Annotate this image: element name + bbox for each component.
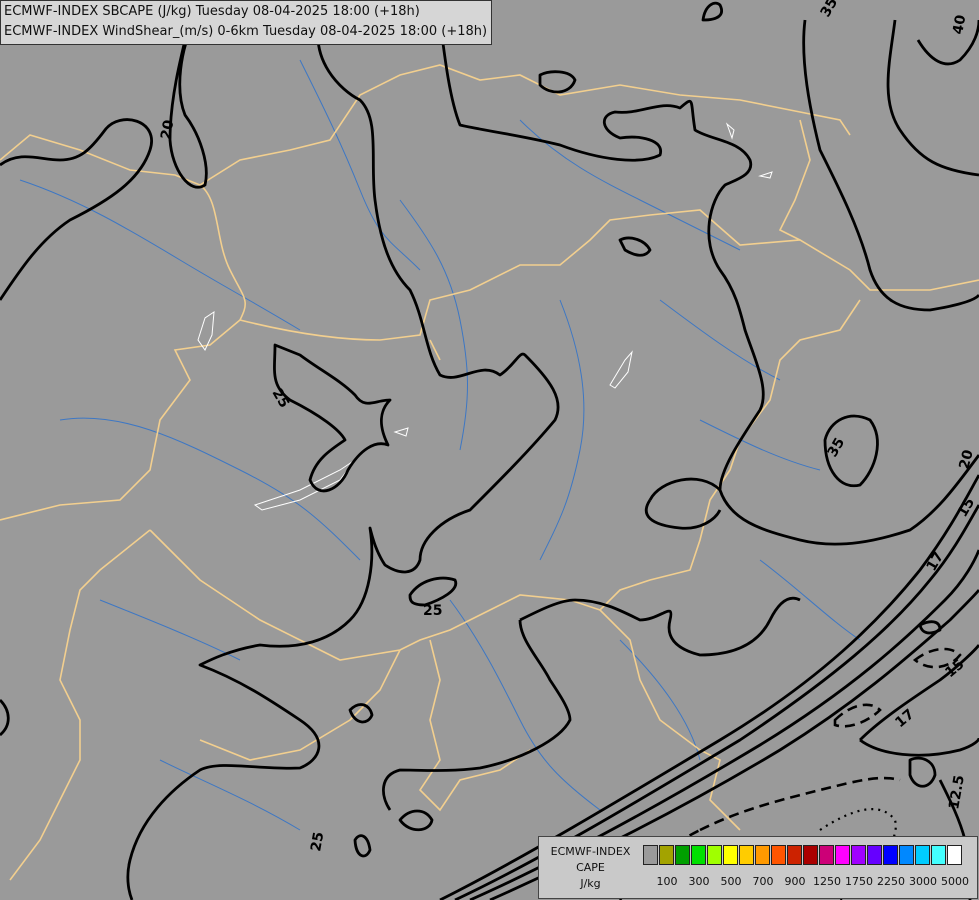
legend-swatch (675, 845, 690, 865)
legend-title: ECMWF-INDEX CAPE J/kg (543, 844, 638, 892)
legend-swatch (915, 845, 930, 865)
legend-tick-label: 900 (784, 875, 806, 888)
legend-swatch (947, 845, 962, 865)
legend-title-line: ECMWF-INDEX (550, 845, 631, 858)
legend-swatch (771, 845, 786, 865)
header-line-windshear: ECMWF-INDEX WindShear_(m/s) 0-6km Tuesda… (4, 24, 488, 39)
legend-tick-label: 1750 (845, 875, 873, 888)
legend-swatch (803, 845, 818, 865)
map-header: ECMWF-INDEX SBCAPE (J/kg) Tuesday 08-04-… (0, 0, 493, 45)
legend-swatch (851, 845, 866, 865)
legend-swatch (707, 845, 722, 865)
legend-swatch (867, 845, 882, 865)
legend-tick-label: 2250 (877, 875, 905, 888)
legend-swatch (739, 845, 754, 865)
legend-tick-label: 1250 (813, 875, 841, 888)
contour-label: 25 (308, 831, 327, 853)
legend-tick-label: 5000 (941, 875, 969, 888)
legend-swatch (691, 845, 706, 865)
legend-swatch (659, 845, 674, 865)
legend-swatch (755, 845, 770, 865)
legend-title-line: J/kg (580, 877, 601, 890)
legend-tick-label: 100 (656, 875, 678, 888)
legend-swatch (883, 845, 898, 865)
legend-swatch (835, 845, 850, 865)
legend-tick-label: 500 (720, 875, 742, 888)
legend-tick-label: 3000 (909, 875, 937, 888)
header-line-cape: ECMWF-INDEX SBCAPE (J/kg) Tuesday 08-04-… (4, 4, 420, 19)
contour-label: 40 (950, 13, 969, 35)
cape-legend: ECMWF-INDEX CAPE J/kg 100 300 500 700 900 125… (538, 836, 978, 899)
legend-title-line: CAPE (576, 861, 605, 874)
legend-swatch (931, 845, 946, 865)
legend-tick-label: 700 (752, 875, 774, 888)
contour-label: 20 (158, 118, 177, 140)
legend-swatch (643, 845, 658, 865)
legend-tick-label: 300 (688, 875, 710, 888)
legend-swatch (723, 845, 738, 865)
weather-map: 20 25 25 25 35 35 40 20 15 17 15 17 12.5 (0, 0, 979, 900)
legend-swatch (819, 845, 834, 865)
legend-swatch (899, 845, 914, 865)
legend-swatch (787, 845, 802, 865)
contour-label: 25 (423, 603, 442, 619)
